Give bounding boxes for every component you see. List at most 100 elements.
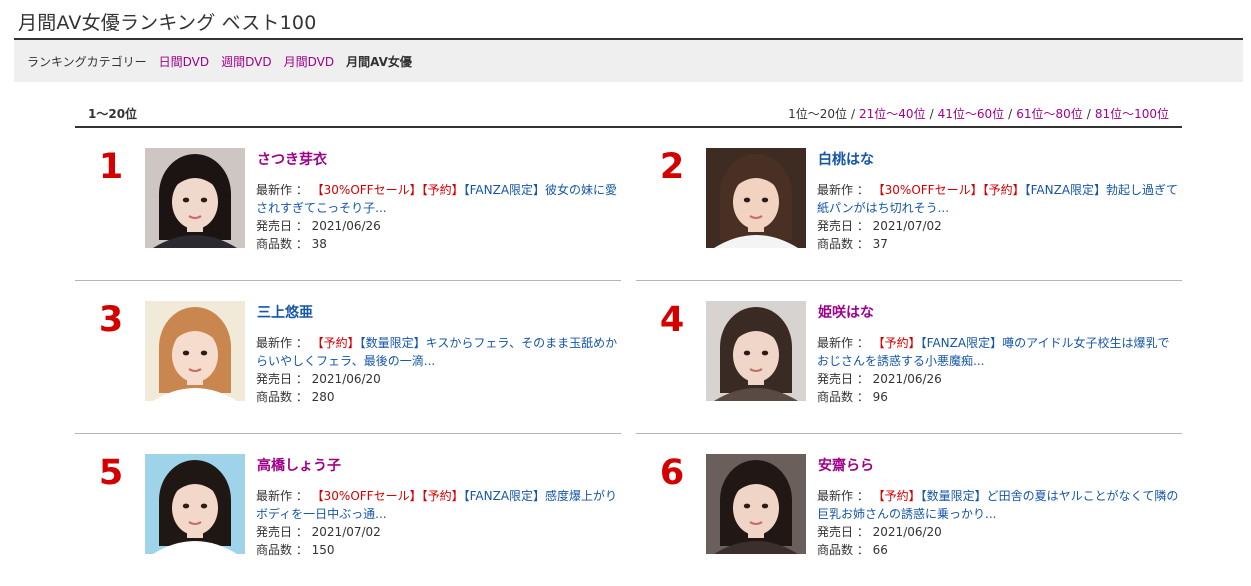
release-date-row: 発売日 ： 2021/07/02 bbox=[256, 523, 381, 541]
product-count-row: 商品数 ： 150 bbox=[256, 541, 335, 559]
sale-tag: 【予約】 bbox=[872, 489, 921, 503]
latest-label: 最新作 ： bbox=[256, 489, 308, 503]
sale-tag: 【予約】 bbox=[872, 336, 921, 350]
sale-tag: 【予約】 bbox=[421, 489, 464, 503]
count-label: 商品数 ： bbox=[817, 237, 869, 251]
product-count: 66 bbox=[872, 543, 888, 557]
release-label: 発売日 ： bbox=[817, 525, 869, 539]
pager-page-1-current: 1位〜20位 bbox=[788, 107, 847, 121]
release-date: 2021/06/20 bbox=[311, 372, 381, 386]
category-bar: ランキングカテゴリー 日間DVD 週間DVD 月間DVD 月間AV女優 bbox=[14, 40, 1243, 82]
product-count: 37 bbox=[872, 237, 888, 251]
portrait-image bbox=[145, 301, 245, 401]
release-date-row: 発売日 ： 2021/07/02 bbox=[817, 217, 942, 235]
category-link-weekly-dvd[interactable]: 週間DVD bbox=[221, 53, 271, 70]
product-count-row: 商品数 ： 37 bbox=[817, 235, 888, 253]
release-label: 発売日 ： bbox=[256, 525, 308, 539]
category-label: ランキングカテゴリー bbox=[27, 54, 147, 69]
count-label: 商品数 ： bbox=[256, 543, 308, 557]
page-title: 月間AV女優ランキング ベスト100 bbox=[18, 12, 317, 34]
actress-photo[interactable] bbox=[706, 301, 806, 401]
actress-name-link[interactable]: 高橋しょう子 bbox=[257, 455, 341, 475]
release-label: 発売日 ： bbox=[256, 372, 308, 386]
latest-release: 最新作 ： 【30%OFFセール】【予約】【FANZA限定】勃起し過ぎて紙パンが… bbox=[817, 181, 1181, 217]
pager-separator: / bbox=[1008, 107, 1013, 121]
sale-tag: 【予約】 bbox=[311, 336, 360, 350]
product-count: 150 bbox=[311, 543, 335, 557]
portrait-image bbox=[145, 454, 245, 554]
latest-label: 最新作 ： bbox=[817, 489, 869, 503]
rank-number: 4 bbox=[659, 300, 685, 340]
release-label: 発売日 ： bbox=[256, 219, 308, 233]
latest-release: 最新作 ： 【予約】【数量限定】キスからフェラ、そのまま玉舐めからいやしくフェラ… bbox=[256, 334, 620, 370]
rank-number: 5 bbox=[98, 453, 124, 493]
product-count: 38 bbox=[311, 237, 327, 251]
actress-name-link[interactable]: 姫咲はな bbox=[818, 302, 874, 322]
ranking-entry: 5 高橋しょう子 最新作 ： 【30%OFFセール】【予約】【FANZA限定】感… bbox=[75, 433, 621, 586]
actress-photo[interactable] bbox=[706, 454, 806, 554]
count-label: 商品数 ： bbox=[817, 390, 869, 404]
pager-link-41-60[interactable]: 41位〜60位 bbox=[938, 107, 1005, 121]
pager-separator: / bbox=[1086, 107, 1091, 121]
release-date-row: 発売日 ： 2021/06/20 bbox=[256, 370, 381, 388]
latest-label: 最新作 ： bbox=[817, 183, 869, 197]
latest-label: 最新作 ： bbox=[817, 336, 869, 350]
release-label: 発売日 ： bbox=[817, 372, 869, 386]
count-label: 商品数 ： bbox=[256, 237, 308, 251]
sale-tag: 【30%OFFセール】 bbox=[311, 183, 422, 197]
actress-name-link[interactable]: さつき芽衣 bbox=[257, 149, 327, 169]
actress-name-link[interactable]: 安齋らら bbox=[818, 455, 874, 475]
release-date: 2021/06/20 bbox=[872, 525, 942, 539]
actress-photo[interactable] bbox=[145, 454, 245, 554]
latest-label: 最新作 ： bbox=[256, 183, 308, 197]
rank-number: 1 bbox=[98, 147, 124, 187]
range-current: 1〜20位 bbox=[88, 107, 138, 121]
release-date: 2021/07/02 bbox=[872, 219, 942, 233]
actress-photo[interactable] bbox=[145, 301, 245, 401]
latest-release: 最新作 ： 【予約】【FANZA限定】噂のアイドル女子校生は爆乳でおじさんを誘惑… bbox=[817, 334, 1181, 370]
actress-photo[interactable] bbox=[706, 148, 806, 248]
latest-release: 最新作 ： 【30%OFFセール】【予約】【FANZA限定】感度爆上がりボディを… bbox=[256, 487, 620, 523]
pager-separator: / bbox=[929, 107, 934, 121]
sale-tag: 【30%OFFセール】 bbox=[311, 489, 422, 503]
latest-title-link[interactable]: 【数量限定】キスからフェラ、そのまま玉舐めからいやしくフェラ、最後の一滴... bbox=[256, 336, 617, 368]
sale-tag: 【予約】 bbox=[982, 183, 1025, 197]
product-count-row: 商品数 ： 96 bbox=[817, 388, 888, 406]
release-label: 発売日 ： bbox=[817, 219, 869, 233]
latest-title-link[interactable]: 【FANZA限定】噂のアイドル女子校生は爆乳でおじさんを誘惑する小悪魔痴... bbox=[817, 336, 1170, 368]
release-date: 2021/07/02 bbox=[311, 525, 381, 539]
release-date: 2021/06/26 bbox=[311, 219, 381, 233]
pager-link-61-80[interactable]: 61位〜80位 bbox=[1016, 107, 1083, 121]
actress-name-link[interactable]: 三上悠亜 bbox=[257, 302, 313, 322]
pager-link-81-100[interactable]: 81位〜100位 bbox=[1095, 107, 1169, 121]
pager-link-21-40[interactable]: 21位〜40位 bbox=[859, 107, 926, 121]
product-count-row: 商品数 ： 280 bbox=[256, 388, 335, 406]
sale-tag: 【予約】 bbox=[421, 183, 464, 197]
release-date-row: 発売日 ： 2021/06/26 bbox=[817, 370, 942, 388]
category-link-daily-dvd[interactable]: 日間DVD bbox=[159, 53, 209, 70]
category-current: 月間AV女優 bbox=[346, 54, 412, 69]
actress-name-link[interactable]: 白桃はな bbox=[818, 149, 874, 169]
product-count-row: 商品数 ： 66 bbox=[817, 541, 888, 559]
product-count-row: 商品数 ： 38 bbox=[256, 235, 327, 253]
portrait-image bbox=[706, 454, 806, 554]
pager-separator: / bbox=[850, 107, 856, 121]
portrait-image bbox=[706, 148, 806, 248]
release-date-row: 発売日 ： 2021/06/20 bbox=[817, 523, 942, 541]
portrait-image bbox=[706, 301, 806, 401]
count-label: 商品数 ： bbox=[817, 543, 869, 557]
portrait-image bbox=[145, 148, 245, 248]
ranking-entry: 2 白桃はな 最新作 ： 【30%OFFセール】【予約】【FANZA限定】勃起し… bbox=[636, 127, 1182, 281]
range-bar: 1〜20位 1位〜20位/21位〜40位/41位〜60位/61位〜80位/81位… bbox=[75, 102, 1182, 128]
latest-title-link[interactable]: 【数量限定】ど田舎の夏はヤルことがなくて隣の巨乳お姉さんの誘惑に乗っかり... bbox=[817, 489, 1178, 521]
ranking-entry: 3 三上悠亜 最新作 ： 【予約】【数量限定】キスからフェラ、そのまま玉舐めから… bbox=[75, 280, 621, 434]
actress-photo[interactable] bbox=[145, 148, 245, 248]
category-link-monthly-dvd[interactable]: 月間DVD bbox=[284, 53, 334, 70]
count-label: 商品数 ： bbox=[256, 390, 308, 404]
product-count: 96 bbox=[872, 390, 888, 404]
ranking-entry: 1 さつき芽衣 最新作 ： 【30%OFFセール】【予約】【FANZA限定】彼女… bbox=[75, 127, 621, 281]
rank-number: 2 bbox=[659, 147, 685, 187]
latest-release: 最新作 ： 【30%OFFセール】【予約】【FANZA限定】彼女の妹に愛されすぎ… bbox=[256, 181, 620, 217]
sale-tag: 【30%OFFセール】 bbox=[872, 183, 983, 197]
rank-number: 3 bbox=[98, 300, 124, 340]
